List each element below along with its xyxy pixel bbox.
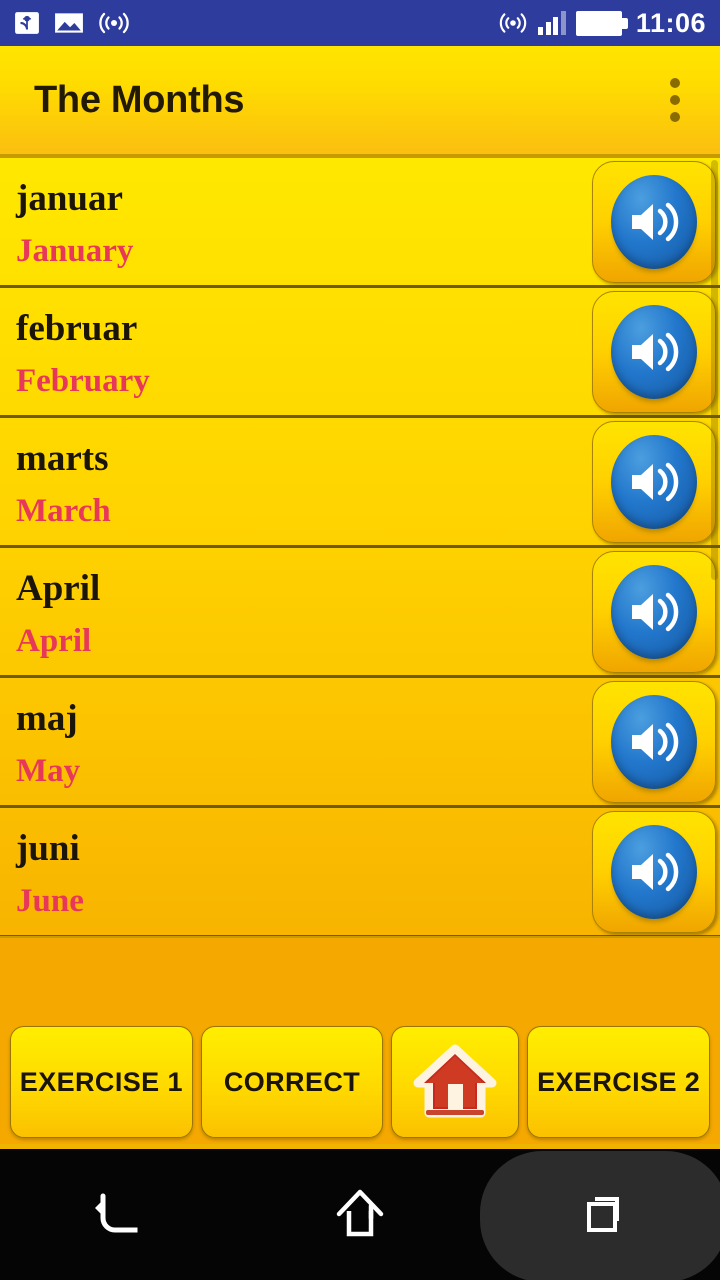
nav-home-button[interactable] [240,1149,480,1280]
word-translation: May [16,753,81,790]
speaker-icon [611,434,697,529]
home-button[interactable] [391,1026,520,1138]
word-native: marts [16,437,109,479]
list-item[interactable]: februar February [0,288,720,418]
house-icon [413,1044,497,1118]
speaker-icon [611,174,697,269]
speaker-icon [611,694,697,789]
speaker-button[interactable] [592,420,716,543]
speaker-cell [588,158,720,285]
speaker-button[interactable] [592,680,716,803]
cast-icon [15,12,39,34]
list-item-texts: April April [0,548,588,675]
speaker-cell [588,808,720,935]
speaker-icon [611,564,697,659]
exercise-2-button[interactable]: EXERCISE 2 [527,1026,711,1138]
wifi-hotspot-icon [99,12,129,34]
nav-back-button[interactable] [0,1149,240,1280]
speaker-cell [588,288,720,415]
speaker-icon [611,824,697,919]
months-list[interactable]: januar January februar February marts Ma… [0,156,720,938]
nav-recents-button[interactable] [480,1149,720,1280]
correct-button[interactable]: CORRECT [200,1026,384,1138]
word-native: April [16,567,101,609]
status-bar: 11:06 [0,0,720,46]
status-bar-right-icons: 11:06 [498,8,706,39]
back-icon [95,1193,138,1232]
speaker-button[interactable] [592,160,716,283]
speaker-icon [611,304,697,399]
word-native: februar [16,307,138,349]
signal-bars-icon [538,11,566,35]
speaker-button[interactable] [592,290,716,413]
list-item-texts: marts March [0,418,588,545]
overflow-menu-icon[interactable] [652,64,698,136]
phone-screen: 11:06 The Months januar January februar … [0,0,720,1280]
list-item-texts: februar February [0,288,588,415]
exercise-1-button[interactable]: EXERCISE 1 [10,1026,193,1138]
word-translation: April [16,623,92,660]
list-scrollbar[interactable] [711,160,718,580]
list-item[interactable]: januar January [0,158,720,288]
speaker-button[interactable] [592,550,716,673]
status-bar-clock: 11:06 [635,7,706,38]
word-native: januar [16,177,123,219]
word-native: maj [16,697,78,739]
list-item[interactable]: marts March [0,418,720,548]
list-item-texts: juni June [0,808,588,935]
word-translation: March [16,493,111,530]
app-title-bar: The Months [0,46,720,156]
android-nav-bar [0,1144,720,1280]
recents-icon [587,1196,619,1232]
image-icon [55,13,83,33]
word-native: juni [16,827,80,869]
battery-full-icon [575,10,628,36]
list-item[interactable]: juni June [0,808,720,936]
bottom-button-bar: EXERCISE 1 CORRECT EXERCISE 2 [0,1022,720,1142]
page-title: The Months [34,78,245,121]
word-translation: February [16,363,150,400]
speaker-cell [588,418,720,545]
word-translation: January [16,233,134,270]
speaker-cell [588,678,720,805]
word-translation: June [16,883,84,920]
list-item-texts: januar January [0,158,588,285]
speaker-cell [588,548,720,675]
list-item[interactable]: April April [0,548,720,678]
list-item[interactable]: maj May [0,678,720,808]
list-item-texts: maj May [0,678,588,805]
speaker-button[interactable] [592,810,716,933]
status-bar-left-icons [14,10,130,36]
hotspot-icon [500,13,527,33]
home-icon [336,1189,384,1236]
